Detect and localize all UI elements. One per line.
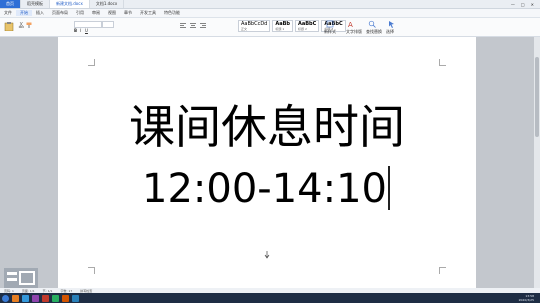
margin-mark [439, 267, 446, 274]
menu-page-layout[interactable]: 页面布局 [48, 10, 72, 16]
search-icon [368, 20, 376, 28]
status-page: 页码: 1 [4, 288, 14, 293]
menu-insert[interactable]: 插入 [32, 10, 48, 16]
tab-label: 稻壳模板 [27, 1, 43, 6]
minimize-icon[interactable]: — [511, 2, 515, 7]
format-painter-icon[interactable] [26, 22, 32, 28]
font-size-select[interactable] [102, 21, 114, 28]
menu-home[interactable]: 开始 [16, 10, 32, 16]
media-icon[interactable] [32, 294, 39, 302]
menu-file[interactable]: 文件 [0, 10, 16, 16]
underline-icon[interactable]: U [85, 28, 88, 33]
select-button[interactable]: 选择 [386, 29, 394, 35]
style-heading-2[interactable]: AaBbC 标题 2 [295, 20, 320, 32]
find-replace-button[interactable]: 查找替换 [366, 29, 382, 35]
tab-document[interactable]: 文档1.docx [90, 0, 125, 8]
tab-label: 文档1.docx [95, 1, 118, 6]
margin-mark [88, 59, 95, 66]
system-tray: 13:58 2020/3/25 [519, 294, 540, 302]
text-layout-icon: A [348, 21, 353, 28]
mouse-pointer-icon [264, 251, 270, 259]
menu-developer[interactable]: 开发工具 [136, 10, 160, 16]
svg-text:A: A [348, 21, 353, 28]
menu-special[interactable]: 特色功能 [160, 10, 184, 16]
app-icon[interactable] [72, 294, 79, 302]
window-controls: — □ ✕ [511, 2, 540, 7]
menu-section[interactable]: 章节 [120, 10, 136, 16]
app-icon[interactable] [52, 294, 59, 302]
clock-date: 2020/3/25 [518, 298, 534, 302]
new-style-icon [326, 20, 334, 28]
cut-icon[interactable] [18, 22, 24, 28]
tab-docer[interactable]: 稻壳模板 [21, 0, 50, 8]
italic-icon[interactable]: I [80, 28, 81, 33]
scrollbar-thumb[interactable] [535, 57, 539, 137]
menu-references[interactable]: 引用 [72, 10, 88, 16]
explorer-icon[interactable] [12, 294, 19, 302]
time-range-text[interactable]: 12:00-14:10 [142, 166, 390, 212]
close-icon[interactable]: ✕ [531, 2, 534, 7]
document-page[interactable]: 课间休息时间 12:00-14:10 [58, 37, 476, 288]
wps-icon[interactable] [42, 294, 49, 302]
tab-label: 新建文档.docx [56, 1, 83, 6]
bold-icon[interactable]: B [74, 28, 77, 33]
style-caption: 标题 2 [298, 27, 307, 31]
document-workspace: 课间休息时间 12:00-14:10 [0, 37, 540, 288]
style-caption: 标题 1 [275, 27, 285, 31]
channel-logo-icon [4, 268, 38, 290]
tab-label: 首页 [6, 1, 14, 6]
start-button-icon[interactable] [2, 294, 9, 302]
ribbon-toolbar: B I U AaBbCcDd 正文 AaBb 标题 1 AaBbC 标题 2 AaBb… [0, 18, 540, 37]
menu-review[interactable]: 审阅 [88, 10, 104, 16]
status-pages: 页面: 1/1 [21, 288, 35, 293]
margin-mark [88, 267, 95, 274]
menu-view[interactable]: 视图 [104, 10, 120, 16]
app-icon[interactable] [62, 294, 69, 302]
style-caption: 正文 [241, 27, 248, 31]
text-cursor [387, 166, 390, 210]
tab-current-document[interactable]: 新建文档.docx [50, 0, 90, 8]
status-section: 节: 1/1 [42, 288, 53, 293]
menu-bar: 文件 开始 插入 页面布局 引用 审阅 视图 章节 开发工具 特色功能 [0, 9, 540, 18]
style-normal[interactable]: AaBbCcDd 正文 [238, 20, 271, 32]
heading-text[interactable]: 课间休息时间 [58, 91, 476, 157]
style-heading-1[interactable]: AaBb 标题 1 [272, 20, 293, 32]
browser-icon[interactable] [22, 294, 29, 302]
paste-icon[interactable] [4, 21, 14, 31]
tab-home[interactable]: 首页 [0, 0, 21, 8]
status-word-count[interactable]: 字数: 17 [60, 289, 72, 293]
status-spellcheck[interactable]: 拼写检查 [80, 289, 92, 293]
paragraph-tools [180, 23, 206, 28]
cursor-select-icon [389, 21, 394, 28]
vertical-scrollbar[interactable] [534, 37, 540, 288]
new-style-button[interactable]: 新样式 [324, 29, 336, 35]
text-layout-button[interactable]: 文字排版 [346, 29, 362, 35]
title-bar: 首页 稻壳模板 新建文档.docx 文档1.docx — □ ✕ [0, 0, 540, 9]
time-range-value: 12:00-14:10 [142, 166, 387, 212]
margin-mark [439, 59, 446, 66]
maximize-icon[interactable]: □ [521, 2, 525, 7]
font-name-select[interactable] [74, 21, 102, 28]
taskbar: 13:58 2020/3/25 [0, 293, 540, 303]
